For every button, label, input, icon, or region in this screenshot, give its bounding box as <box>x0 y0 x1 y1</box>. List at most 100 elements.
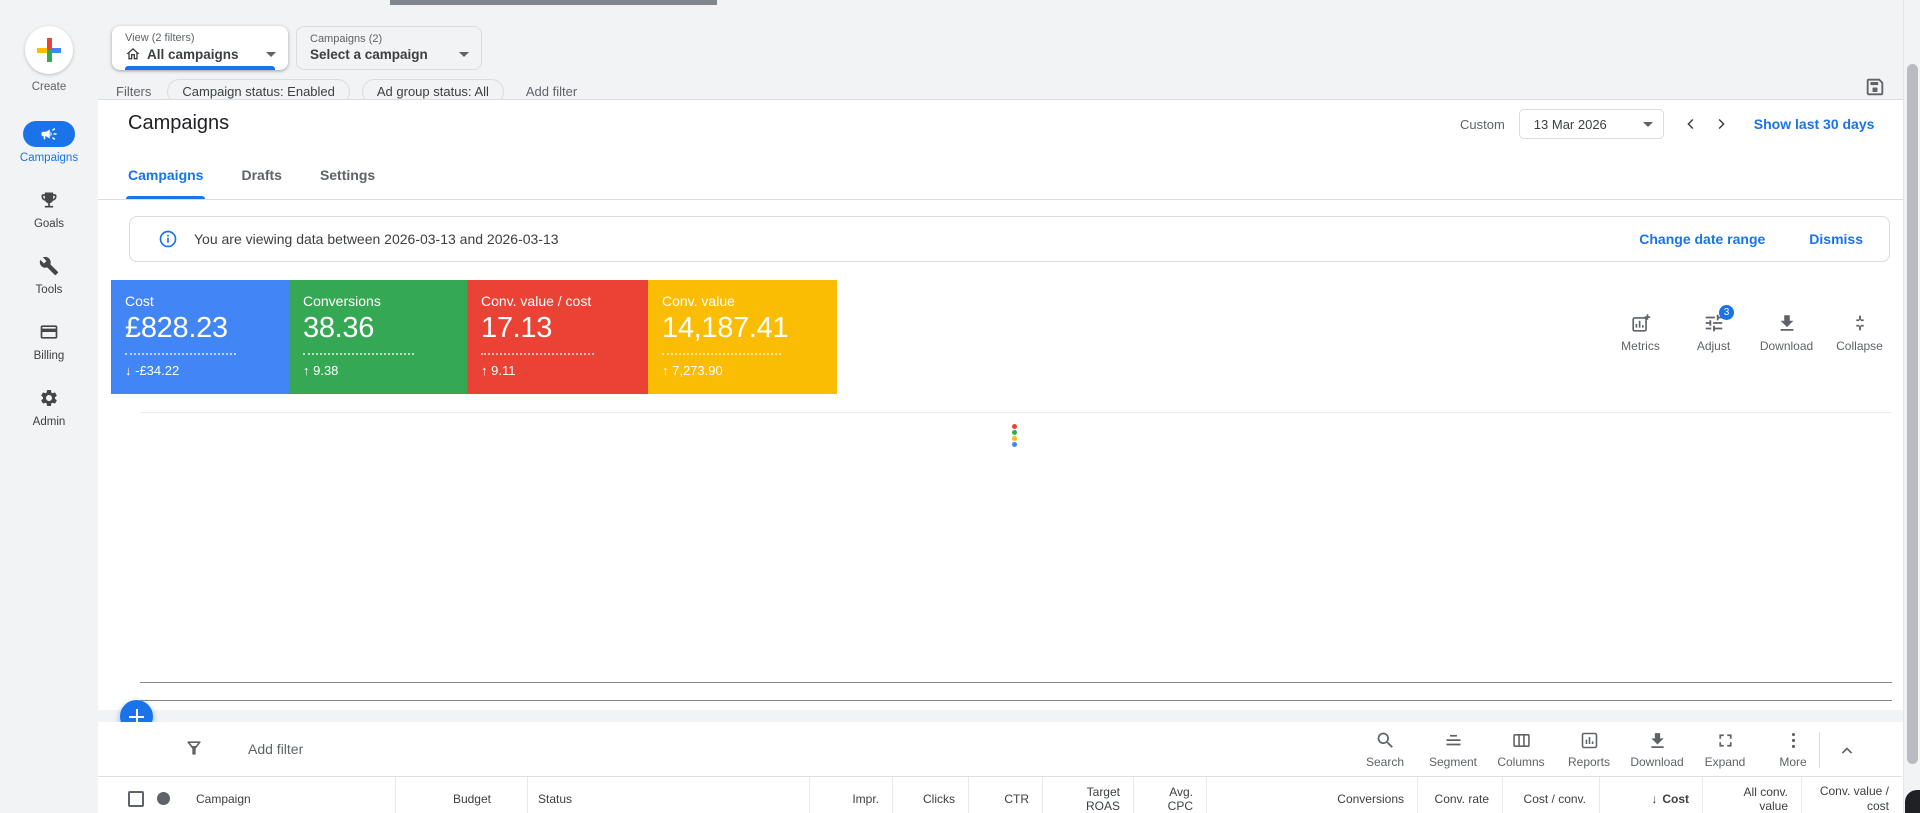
chart-axis-line <box>140 682 1892 683</box>
table-download-label: Download <box>1630 755 1684 769</box>
table-toolbar-actions: Search Segment Columns Reports Download … <box>1351 730 1827 769</box>
save-icon[interactable] <box>1860 72 1890 102</box>
select-all-checkbox[interactable] <box>128 790 144 807</box>
reports-button[interactable]: Reports <box>1555 730 1623 769</box>
scorecard-value: 17.13 <box>481 312 553 344</box>
tab-settings[interactable]: Settings <box>320 150 375 199</box>
scorecard-conv-value[interactable]: Conv. value 14,187.41 ↑ 7,273.90 <box>648 280 837 394</box>
view-selector[interactable]: View (2 filters) All campaigns <box>112 26 288 70</box>
column-header-avg-cpc[interactable]: Avg. CPC <box>1134 777 1207 813</box>
page-title: Campaigns <box>128 112 230 134</box>
tab-drafts[interactable]: Drafts <box>241 150 281 199</box>
scorecard-delta: ↑ 9.38 <box>303 363 339 378</box>
columns-icon <box>1511 730 1532 751</box>
column-header-conversions[interactable]: Conversions <box>1207 777 1418 813</box>
date-picker-value: 13 Mar 2026 <box>1533 116 1607 132</box>
dismiss-link[interactable]: Dismiss <box>1809 231 1863 247</box>
column-header-clicks[interactable]: Clicks <box>893 777 969 813</box>
sort-desc-icon: ↓ <box>1651 791 1658 806</box>
change-date-range-link[interactable]: Change date range <box>1639 231 1765 247</box>
campaign-selector-value: Select a campaign <box>310 47 428 62</box>
bottom-right-corner-widget <box>1905 790 1920 813</box>
sidebar-item-campaigns[interactable]: Campaigns <box>20 121 78 164</box>
chart-point-red <box>1012 424 1017 429</box>
chevron-down-icon <box>1642 121 1653 127</box>
dotted-separator <box>303 353 414 355</box>
chart-gridline <box>140 412 1892 413</box>
chart-download-label: Download <box>1759 339 1814 353</box>
google-plus-icon <box>25 26 73 74</box>
column-header-all-conv-value[interactable]: All conv. value <box>1703 777 1802 813</box>
tab-bar: Campaigns Drafts Settings <box>98 150 1903 200</box>
expand-label: Expand <box>1704 755 1746 769</box>
date-controls: Custom 13 Mar 2026 Show last 30 days <box>1460 108 1874 140</box>
add-filter-link[interactable]: Add filter <box>526 84 577 99</box>
column-header-conv-rate[interactable]: Conv. rate <box>1418 777 1503 813</box>
filter-funnel-icon[interactable] <box>180 734 208 762</box>
expand-icon <box>1715 730 1736 751</box>
expand-button[interactable]: Expand <box>1691 730 1759 769</box>
dotted-separator <box>662 353 782 355</box>
columns-button[interactable]: Columns <box>1487 730 1555 769</box>
scorecard-cost[interactable]: Cost £828.23 ↓ -£34.22 <box>111 280 289 394</box>
more-vertical-icon <box>1783 730 1804 751</box>
date-picker[interactable]: 13 Mar 2026 <box>1518 109 1664 139</box>
gear-icon <box>39 388 59 408</box>
segment-button[interactable]: Segment <box>1419 730 1487 769</box>
vertical-scrollbar-thumb[interactable] <box>1907 64 1918 764</box>
info-icon <box>158 229 178 249</box>
date-prev-button[interactable] <box>1676 109 1706 139</box>
view-selector-active-bar <box>125 66 275 70</box>
table-download-button[interactable]: Download <box>1623 730 1691 769</box>
scorecard-label: Conv. value / cost <box>481 293 592 309</box>
sidebar-item-billing[interactable]: Billing <box>23 319 75 362</box>
segment-icon <box>1443 730 1464 751</box>
column-header-ctr[interactable]: CTR <box>969 777 1043 813</box>
adjust-button[interactable]: 3 Adjust <box>1677 305 1750 353</box>
collapse-label: Collapse <box>1836 339 1883 353</box>
metrics-button[interactable]: Metrics <box>1604 312 1677 353</box>
chevron-down-icon <box>266 51 276 57</box>
column-header-budget[interactable]: Budget <box>396 777 528 813</box>
search-button[interactable]: Search <box>1351 730 1419 769</box>
sidebar-item-label: Billing <box>33 350 65 362</box>
collapse-button[interactable]: Collapse <box>1823 312 1896 353</box>
collapse-toolbar-chevron[interactable] <box>1832 736 1862 766</box>
top-filter-band: View (2 filters) All campaigns Campaigns… <box>98 0 1903 104</box>
chart-download-button[interactable]: Download <box>1750 312 1823 353</box>
date-next-button[interactable] <box>1706 109 1736 139</box>
column-header-cost-conv[interactable]: Cost / conv. <box>1503 777 1600 813</box>
horizontal-scrollbar-thumb[interactable] <box>390 0 717 5</box>
scorecards: Cost £828.23 ↓ -£34.22 Conversions 38.36… <box>111 280 837 394</box>
campaign-selector-label: Campaigns (2) <box>310 33 383 45</box>
column-header-conv-value-cost[interactable]: Conv. value / cost <box>1802 777 1902 813</box>
campaign-selector[interactable]: Campaigns (2) Select a campaign <box>296 26 482 70</box>
table-add-filter[interactable]: Add filter <box>248 741 303 757</box>
column-header-impr[interactable]: Impr. <box>810 777 893 813</box>
column-header-campaign[interactable]: Campaign <box>98 777 396 813</box>
reports-icon <box>1579 730 1600 751</box>
scorecard-value: 14,187.41 <box>662 312 789 344</box>
content-sheet: Campaigns Custom 13 Mar 2026 Show last 3… <box>98 100 1903 733</box>
sidebar-item-tools[interactable]: Tools <box>23 253 75 296</box>
tab-campaigns[interactable]: Campaigns <box>125 150 206 199</box>
view-selector-value: All campaigns <box>147 46 239 62</box>
more-button[interactable]: More <box>1759 730 1827 769</box>
adjust-label: Adjust <box>1696 339 1731 353</box>
chart-point-yellow <box>1012 436 1017 441</box>
column-header-target-roas[interactable]: Target ROAS <box>1043 777 1134 813</box>
date-mode-label: Custom <box>1460 116 1505 132</box>
column-header-status[interactable]: Status <box>528 777 810 813</box>
table-panel: Add filter Search Segment Columns Report… <box>98 722 1903 813</box>
sidebar-item-goals[interactable]: Goals <box>23 187 75 230</box>
columns-label: Columns <box>1497 755 1545 769</box>
create-button[interactable]: Create <box>25 26 73 93</box>
plus-arm-bottom <box>46 50 52 62</box>
scorecard-conv-value-cost[interactable]: Conv. value / cost 17.13 ↑ 9.11 <box>467 280 648 394</box>
show-last-30-days-link[interactable]: Show last 30 days <box>1754 116 1875 132</box>
search-label: Search <box>1365 755 1405 769</box>
sidebar-item-admin[interactable]: Admin <box>23 385 75 428</box>
sidebar-item-label: Tools <box>35 284 63 296</box>
scorecard-conversions[interactable]: Conversions 38.36 ↑ 9.38 <box>289 280 467 394</box>
column-header-cost-sorted[interactable]: ↓ Cost <box>1600 777 1703 813</box>
